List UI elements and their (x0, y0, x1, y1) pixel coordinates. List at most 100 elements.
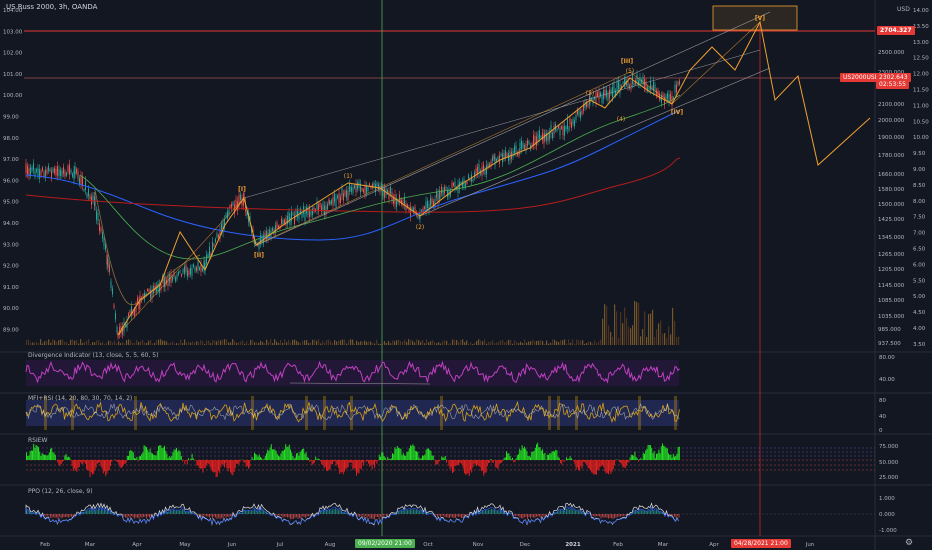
volume-bar (128, 339, 130, 345)
rsiew-bar-up (656, 453, 657, 460)
divergence-pane-label[interactable]: Divergence Indicator (13, close, 5, 5, 6… (28, 352, 158, 359)
rsiew-bar-up (389, 458, 391, 460)
rsiew-bar-down (119, 460, 121, 468)
volume-bar (632, 325, 634, 345)
rsiew-bar-down (464, 460, 465, 474)
rsiew-bar-up (527, 456, 529, 460)
mfi-pane-label[interactable]: MFI+RSI (14, 20, 80, 30, 70, 14, 2) (28, 395, 132, 402)
candle-body (382, 187, 384, 196)
candle-body (337, 195, 338, 199)
candle-body (428, 204, 430, 212)
rsiew-bar-down (329, 460, 331, 470)
rsiew-bar-down (627, 460, 629, 463)
chart-title: US Russ 2000, 3h, OANDA (6, 3, 98, 11)
left-axis-tick: 93.00 (3, 242, 19, 248)
volume-bar (484, 339, 486, 345)
volume-bar (574, 343, 576, 345)
volume-bar (88, 339, 90, 345)
ppo-bar (485, 509, 486, 514)
candle-body (36, 169, 37, 173)
volume-bar (358, 342, 360, 345)
subwave-label-5: (5) (626, 68, 635, 75)
rsiew-bar-down (497, 460, 499, 470)
volume-bar (526, 342, 528, 345)
chart-canvas[interactable]: [I][II][III][IV][V](1)(2)(3)(4)(5)104.00… (0, 0, 932, 550)
ppo-bar (51, 514, 53, 518)
rsiew-bar-up (30, 450, 32, 460)
volume-bar (428, 342, 430, 345)
volume-bar (62, 339, 64, 345)
candle-body (57, 166, 58, 176)
volume-bar (226, 339, 228, 345)
price-axis-tick: 985.000 (878, 327, 901, 333)
rsiew-bar-up (44, 454, 45, 460)
candle-body (86, 193, 88, 198)
rsiew-bar-up (263, 458, 265, 460)
rsiew-bar-up (38, 447, 39, 460)
rsiew-bar-down (332, 460, 333, 465)
chart-root[interactable]: [I] [II] [III] [IV] [V] (1) (2) (3) (4) (5) 104.00… (0, 0, 932, 550)
rsiew-bar-down (574, 460, 576, 464)
rsiew-bar-down (96, 460, 98, 464)
rsiew-bar-up (507, 453, 509, 460)
ppo-bar (602, 514, 603, 518)
ppo-bar (45, 514, 47, 517)
volume-bar (530, 341, 532, 345)
rsiew-bar-up (290, 449, 291, 460)
rsiew-bar-down (57, 460, 59, 463)
rsiew-pane-label[interactable]: RSIEW (28, 437, 47, 444)
candle-body (340, 196, 341, 203)
volume-bar (408, 339, 410, 345)
volume-bar (146, 342, 148, 345)
left-axis-tick: 92.00 (3, 264, 19, 270)
volume-bar (352, 339, 354, 345)
candle-body (629, 85, 630, 89)
candle-body (288, 212, 290, 220)
rsiew-bar-down (245, 460, 247, 467)
volume-bar (244, 343, 246, 345)
candle-body (642, 76, 644, 85)
volume-bar (34, 342, 36, 345)
rsiew-bar-up (381, 452, 383, 460)
candle-body (74, 166, 76, 175)
ppo-bar (525, 514, 527, 517)
ppo-pane-label[interactable]: PPO (12, 26, close, 9) (28, 488, 93, 495)
ppo-bar (458, 514, 459, 517)
ppo-bar (62, 514, 63, 518)
volume-bar (170, 342, 172, 345)
ppo-bar (207, 514, 209, 517)
rsiew-bar-down (582, 460, 584, 463)
volume-bar (236, 342, 238, 345)
candle-body (309, 208, 310, 218)
ppo-bar (174, 510, 176, 514)
gear-icon[interactable]: ⚙ (905, 538, 913, 548)
candle-body (300, 208, 301, 214)
rsiew-bar-down (606, 460, 608, 473)
rsiew-bar-down (356, 460, 357, 476)
ppo-bar (305, 514, 306, 518)
ppo-bar (65, 514, 66, 518)
rsiew-bar-up (677, 446, 679, 460)
candle-body (83, 189, 85, 192)
rsiew-bar-up (570, 458, 572, 460)
candle-body (55, 169, 57, 176)
rsiew-bar-down (243, 460, 245, 463)
rsiew-bar-down (453, 460, 455, 472)
ppo-bar (92, 511, 93, 514)
rsiew-bar-down (233, 460, 235, 472)
rsiew-bar-down (472, 460, 474, 468)
rsiew-bar-down (87, 460, 89, 470)
candle-body (357, 182, 358, 190)
volume-bar (130, 340, 132, 345)
ppo-bar (170, 510, 171, 514)
rsiew-bar-down (82, 460, 84, 464)
ppo-bar (357, 514, 359, 517)
candle-body (568, 127, 570, 131)
candle-body (82, 176, 83, 186)
rsiew-bar-up (282, 450, 284, 460)
volume-bar (542, 340, 544, 345)
wave-label-1: [I] (238, 186, 246, 193)
rsiew-bar-up (654, 457, 656, 460)
volume-bar (344, 339, 346, 345)
rsiew-bar-up (255, 453, 257, 460)
